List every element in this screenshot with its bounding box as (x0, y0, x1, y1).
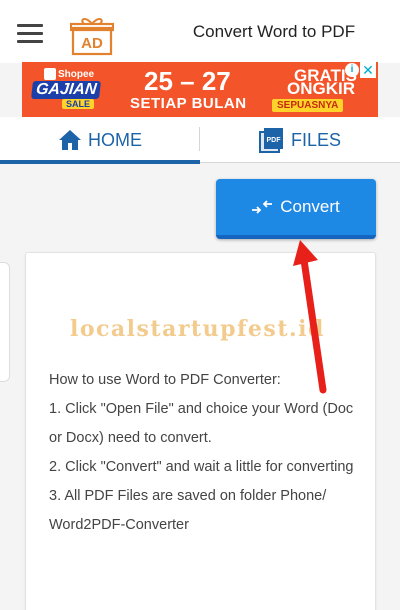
instruction-step: 1. Click "Open File" and choice your Wor… (49, 401, 354, 446)
tabs-bottom-line (200, 162, 400, 163)
banner-sale: SALE (62, 99, 95, 109)
annotation-arrow (293, 240, 327, 394)
instruction-step: 3. All PDF Files are saved on folder Pho… (49, 488, 327, 533)
shopee-bag-icon (44, 68, 56, 80)
tab-files[interactable]: PDF FILES (200, 117, 400, 163)
active-tab-indicator (0, 160, 200, 164)
convert-arrows-icon (252, 200, 273, 214)
pdf-file-icon: PDF (258, 128, 283, 153)
side-card-edge (0, 262, 10, 382)
ad-close-icon[interactable]: ✕ (360, 62, 376, 78)
tab-files-label: FILES (290, 129, 342, 150)
banner-ongkir: ONGKIR (287, 79, 355, 98)
tab-bar: HOME PDF FILES (0, 117, 400, 163)
adchoices-icon[interactable]: i (345, 63, 359, 77)
home-icon (59, 130, 81, 150)
banner-subtitle: SETIAP BULAN (130, 95, 247, 112)
tab-home[interactable]: HOME (0, 117, 200, 163)
svg-text:PDF: PDF (266, 137, 281, 144)
instruction-step: 2. Click "Convert" and wait a little for… (49, 459, 354, 475)
banner-dates: 25 – 27 (144, 66, 231, 96)
watermark: localstartupfest.id (70, 316, 325, 342)
banner-sepuasnya: SEPUASNYA (272, 99, 344, 112)
banner-brand: Shopee (58, 69, 95, 80)
banner-campaign: GAJIAN (31, 81, 102, 99)
ad-gift-icon[interactable]: AD (69, 16, 115, 56)
app-title: Convert Word to PDF (192, 22, 356, 41)
ad-icon-label: AD (81, 35, 103, 52)
tab-home-label: HOME (88, 129, 142, 150)
convert-button[interactable]: Convert (216, 179, 376, 239)
app-bar: AD Convert Word to PDF (0, 0, 400, 63)
banner-ad[interactable]: Shopee GAJIAN SALE 25 – 27 SETIAP BULAN … (22, 62, 378, 117)
hamburger-menu-icon[interactable] (17, 24, 43, 44)
convert-button-label: Convert (280, 197, 340, 216)
